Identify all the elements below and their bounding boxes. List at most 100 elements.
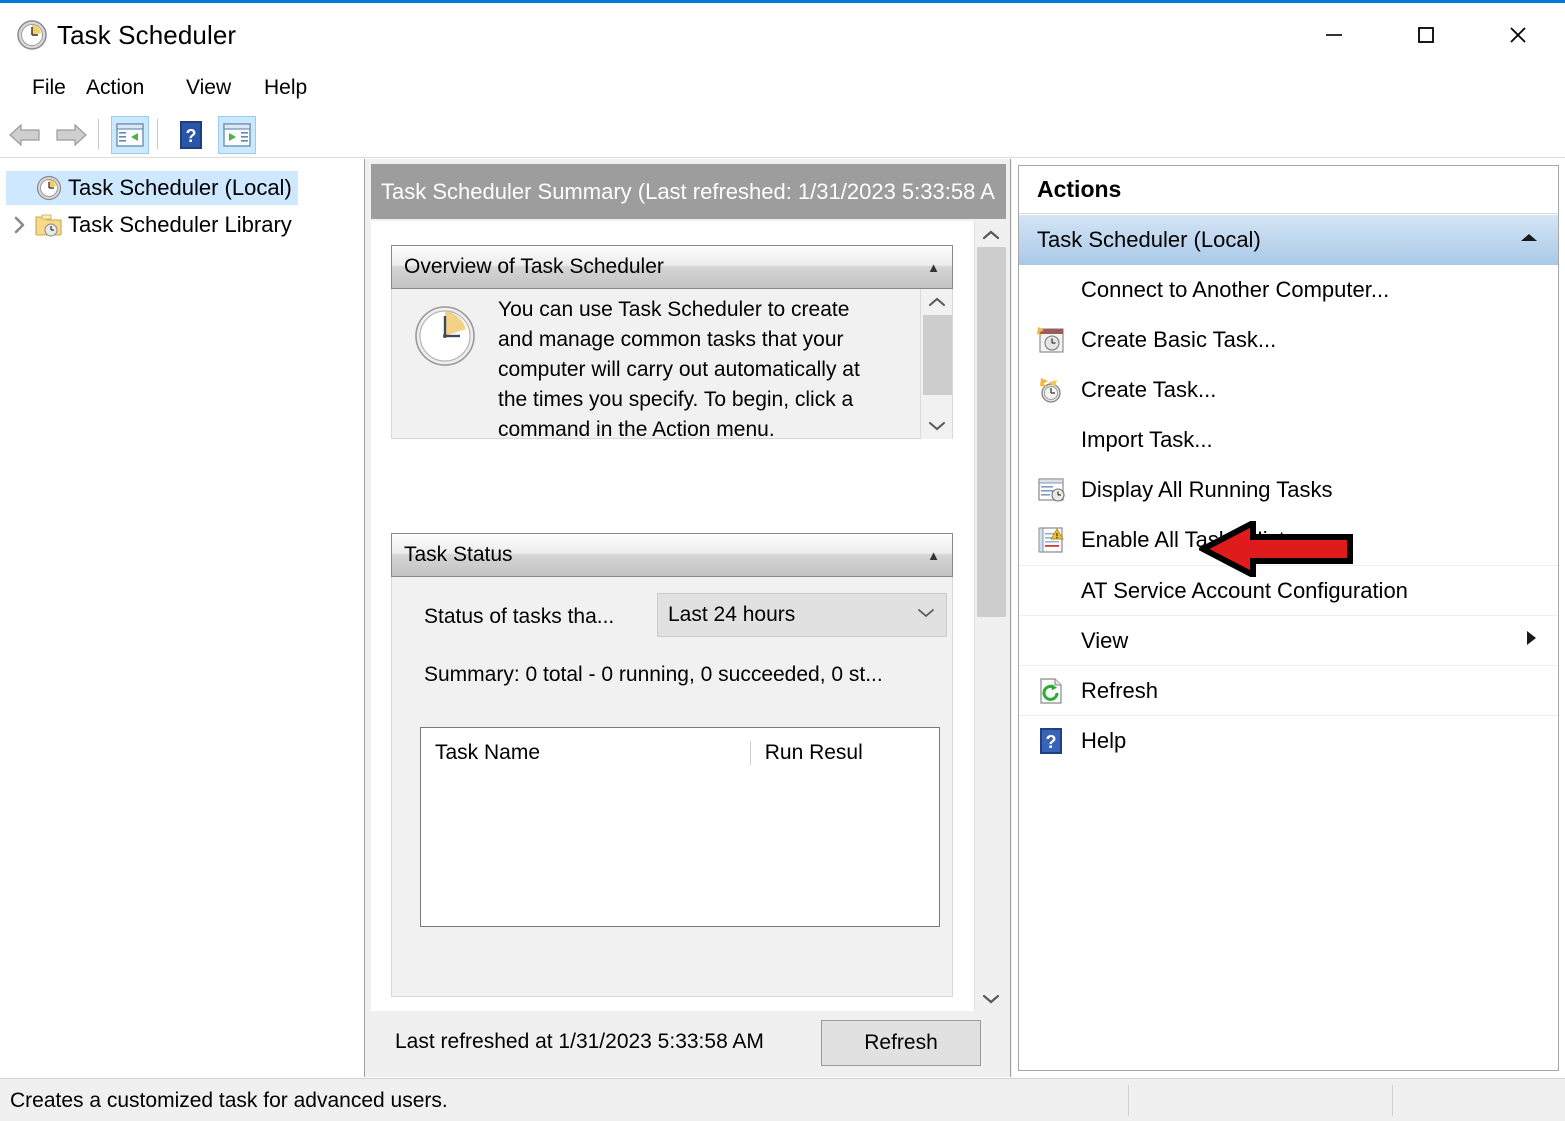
task-status-section: Task Status ▲ Status of tasks tha... Las… [391,533,953,997]
status-bar: Creates a customized task for advanced u… [0,1078,1565,1121]
no-icon-placeholder [1033,573,1069,609]
help-icon: ? [1033,723,1069,759]
help-icon[interactable]: ? [172,116,210,154]
actions-title: Actions [1019,166,1558,214]
folder-clock-icon [34,213,64,237]
task-scheduler-window: Task Scheduler File Action View Help ? T… [0,0,1565,1121]
create-task-icon [1033,372,1069,408]
action-label: View [1081,627,1129,653]
overview-section-title: Overview of Task Scheduler [404,255,664,278]
scroll-up-icon[interactable] [975,221,1006,247]
refresh-icon [1033,673,1069,709]
action-view[interactable]: View [1019,615,1558,665]
tree-item-label: Task Scheduler Library [68,212,292,237]
summary-scrollbar[interactable] [974,221,1006,1011]
action-import-task[interactable]: Import Task... [1019,415,1558,465]
task-status-filter-label: Status of tasks tha... [424,605,615,628]
action-create-task[interactable]: Create Task... [1019,365,1558,415]
menu-help[interactable]: Help [254,65,317,110]
scroll-thumb[interactable] [977,247,1006,617]
main-body: Task Scheduler (Local) Task Scheduler Li… [0,159,1565,1077]
summary-header: Task Scheduler Summary (Last refreshed: … [371,164,1006,219]
no-icon-placeholder [1033,422,1069,458]
running-tasks-icon [1033,472,1069,508]
task-status-table[interactable]: Task Name Run Resul [420,727,940,927]
clock-icon [16,19,48,51]
scroll-down-icon[interactable] [921,413,953,439]
action-label: AT Service Account Configuration [1081,577,1408,603]
actions-group-task-scheduler-local[interactable]: Task Scheduler (Local) [1019,215,1558,265]
chevron-down-icon[interactable] [916,606,936,624]
action-label: Create Basic Task... [1081,327,1277,352]
menu-file[interactable]: File [22,65,76,110]
action-at-service-account-configuration[interactable]: AT Service Account Configuration [1019,565,1558,615]
refresh-button[interactable]: Refresh [821,1020,981,1066]
menu-view[interactable]: View [176,65,241,110]
forward-arrow-icon[interactable] [52,116,90,154]
console-tree-pane: Task Scheduler (Local) Task Scheduler Li… [0,159,365,1077]
overview-scrollbar[interactable] [920,289,952,439]
chevron-up-icon[interactable]: ▲ [927,260,940,275]
action-label: Connect to Another Computer... [1081,277,1390,302]
action-enable-all-tasks-history[interactable]: Enable All Tasks History [1019,515,1558,565]
action-refresh[interactable]: Refresh [1019,665,1558,715]
show-console-tree-icon[interactable] [111,116,149,154]
summary-scroll-area: Overview of Task Scheduler ▲ You can use… [371,221,1006,1011]
actions-pane: Actions Task Scheduler (Local) Connect t… [1012,159,1565,1077]
chevron-right-icon[interactable] [6,215,34,235]
status-bar-text: Creates a customized task for advanced u… [10,1089,448,1112]
action-label: Enable All Tasks History [1081,527,1316,552]
tree-item-task-scheduler-library[interactable]: Task Scheduler Library [6,208,292,242]
minimize-button[interactable] [1288,6,1380,64]
tasks-history-icon [1033,522,1069,558]
task-status-section-title: Task Status [404,543,513,566]
menu-action[interactable]: Action [76,65,154,110]
clock-icon [34,175,64,201]
action-display-all-running-tasks[interactable]: Display All Running Tasks [1019,465,1558,515]
create-basic-task-icon [1033,322,1069,358]
no-icon-placeholder [1033,272,1069,308]
show-action-pane-icon[interactable] [218,116,256,154]
overview-section: Overview of Task Scheduler ▲ You can use… [391,245,953,441]
action-label: Refresh [1081,677,1159,703]
chevron-up-icon[interactable] [1518,231,1540,250]
table-header-row: Task Name Run Resul [421,728,939,778]
maximize-button[interactable] [1380,6,1472,64]
window-title: Task Scheduler [57,20,237,50]
svg-text:?: ? [1046,732,1057,752]
scroll-down-icon[interactable] [975,985,1006,1011]
no-icon-placeholder [1033,623,1069,659]
scroll-up-icon[interactable] [921,289,953,315]
menu-bar: File Action View Help [0,65,1565,110]
action-create-basic-task[interactable]: Create Basic Task... [1019,315,1558,365]
submenu-arrow-icon[interactable] [1524,628,1538,653]
action-connect-to-another-computer[interactable]: Connect to Another Computer... [1019,265,1558,315]
toolbar-separator-2 [157,119,158,149]
task-status-section-header[interactable]: Task Status ▲ [391,533,953,577]
actions-frame: Actions Task Scheduler (Local) Connect t… [1018,165,1559,1071]
status-bar-divider-2 [1392,1085,1393,1116]
task-status-section-body: Status of tasks tha... Last 24 hours Sum… [391,577,953,997]
status-bar-divider-1 [1128,1085,1129,1116]
task-status-summary: Summary: 0 total - 0 running, 0 succeede… [424,663,883,686]
action-label: Import Task... [1081,427,1213,452]
action-label: Display All Running Tasks [1081,477,1333,502]
toolbar-separator-1 [98,119,99,149]
task-status-period-select[interactable]: Last 24 hours [657,593,947,637]
column-header-run-result[interactable]: Run Resul [749,741,939,765]
scroll-thumb[interactable] [923,315,952,395]
tree-item-task-scheduler-local[interactable]: Task Scheduler (Local) [6,171,298,205]
column-header-task-name[interactable]: Task Name [421,741,750,765]
overview-description: You can use Task Scheduler to create and… [498,298,860,441]
chevron-up-icon[interactable]: ▲ [927,548,940,563]
toolbar: ? [0,110,1565,158]
close-button[interactable] [1472,6,1564,64]
back-arrow-icon[interactable] [6,116,44,154]
title-bar: Task Scheduler [0,3,1565,65]
actions-list: Connect to Another Computer... Create Ba… [1019,265,1558,765]
tree-item-label: Task Scheduler (Local) [68,175,292,200]
action-help[interactable]: ? Help [1019,715,1558,765]
overview-section-body: You can use Task Scheduler to create and… [391,289,953,441]
overview-section-header[interactable]: Overview of Task Scheduler ▲ [391,245,953,289]
clock-illustration-icon [414,305,476,367]
